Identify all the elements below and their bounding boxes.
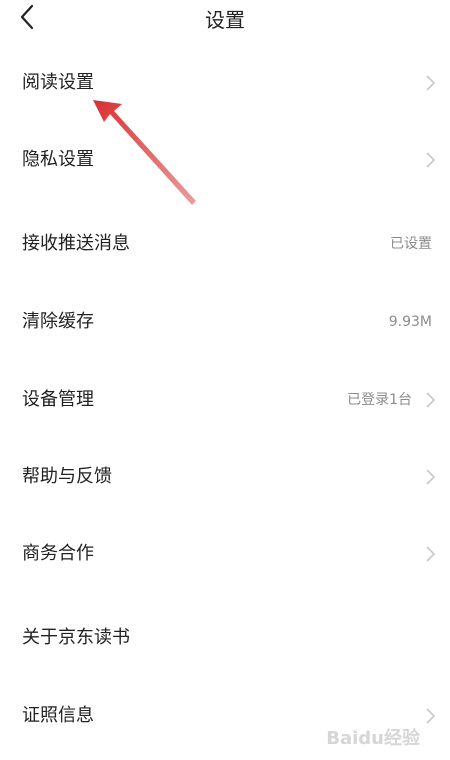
- settings-row-about[interactable]: 关于京东读书: [0, 603, 450, 673]
- row-label: 隐私设置: [22, 149, 94, 170]
- row-value: 已登录1台: [347, 392, 412, 408]
- settings-row-reading[interactable]: 阅读设置: [0, 48, 450, 118]
- row-label: 清除缓存: [22, 311, 94, 332]
- row-label: 阅读设置: [22, 72, 94, 93]
- settings-row-business[interactable]: 商务合作: [0, 519, 450, 589]
- chevron-right-icon: [426, 392, 436, 408]
- row-label: 证照信息: [22, 705, 94, 726]
- chevron-right-icon: [426, 152, 436, 168]
- row-label: 商务合作: [22, 543, 94, 564]
- row-value: 9.93M: [388, 314, 432, 330]
- chevron-right-icon: [426, 708, 436, 724]
- settings-row-device-management[interactable]: 设备管理 已登录1台: [0, 365, 450, 435]
- row-label: 设备管理: [22, 389, 94, 410]
- top-nav-bar: 设置: [0, 0, 450, 38]
- row-label: 接收推送消息: [22, 233, 130, 254]
- chevron-right-icon: [426, 75, 436, 91]
- chevron-right-icon: [426, 469, 436, 485]
- row-label: 帮助与反馈: [22, 466, 112, 487]
- settings-row-help-feedback[interactable]: 帮助与反馈: [0, 442, 450, 512]
- settings-row-push-notifications[interactable]: 接收推送消息 已设置: [0, 209, 450, 279]
- settings-row-privacy[interactable]: 隐私设置: [0, 125, 450, 195]
- watermark: Baidu经验: [326, 728, 420, 749]
- row-label: 关于京东读书: [22, 627, 130, 648]
- page-title: 设置: [205, 8, 245, 32]
- chevron-right-icon: [426, 546, 436, 562]
- settings-row-clear-cache[interactable]: 清除缓存 9.93M: [0, 287, 450, 357]
- row-value: 已设置: [390, 236, 432, 252]
